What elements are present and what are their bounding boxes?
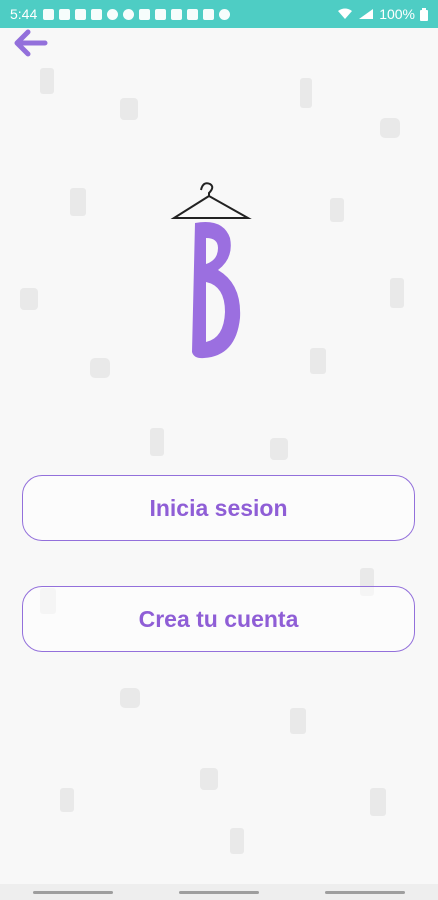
nav-back-button[interactable]	[325, 890, 405, 894]
spotify-icon	[123, 8, 135, 20]
background-pattern	[20, 68, 404, 854]
instagram-icon	[107, 8, 119, 20]
login-button[interactable]: Inicia sesion	[22, 475, 415, 541]
photo-icon	[43, 8, 55, 20]
notification-icons	[43, 8, 231, 20]
gmail-icon	[187, 8, 199, 20]
create-account-button-label: Crea tu cuenta	[138, 605, 299, 632]
signal-icon	[359, 9, 374, 19]
arrow-back-icon	[14, 29, 48, 57]
nav-home-button[interactable]	[179, 890, 259, 894]
battery-text: 100%	[379, 6, 415, 22]
nav-recent-button[interactable]	[33, 890, 113, 894]
login-button-label: Inicia sesion	[149, 494, 288, 521]
wifi-icon	[338, 8, 353, 19]
gmail-icon	[75, 8, 87, 20]
more-icon	[219, 8, 231, 20]
drive-icon	[171, 8, 183, 20]
create-account-button[interactable]: Crea tu cuenta	[22, 586, 415, 652]
hanger-icon	[170, 182, 252, 219]
battery-icon	[420, 7, 428, 21]
system-nav-bar	[0, 884, 438, 900]
back-button[interactable]	[10, 27, 50, 59]
status-right: 100%	[337, 6, 428, 22]
gmail-icon	[91, 8, 103, 20]
android-icon	[155, 8, 167, 20]
status-left: 5:44	[10, 6, 231, 22]
image-icon	[203, 8, 215, 20]
status-bar: 5:44 100%	[0, 0, 438, 28]
app-logo	[170, 182, 252, 359]
status-time: 5:44	[10, 6, 38, 22]
logo-letter-b	[192, 222, 241, 359]
n-icon	[59, 8, 71, 20]
cloud-icon	[139, 8, 151, 20]
